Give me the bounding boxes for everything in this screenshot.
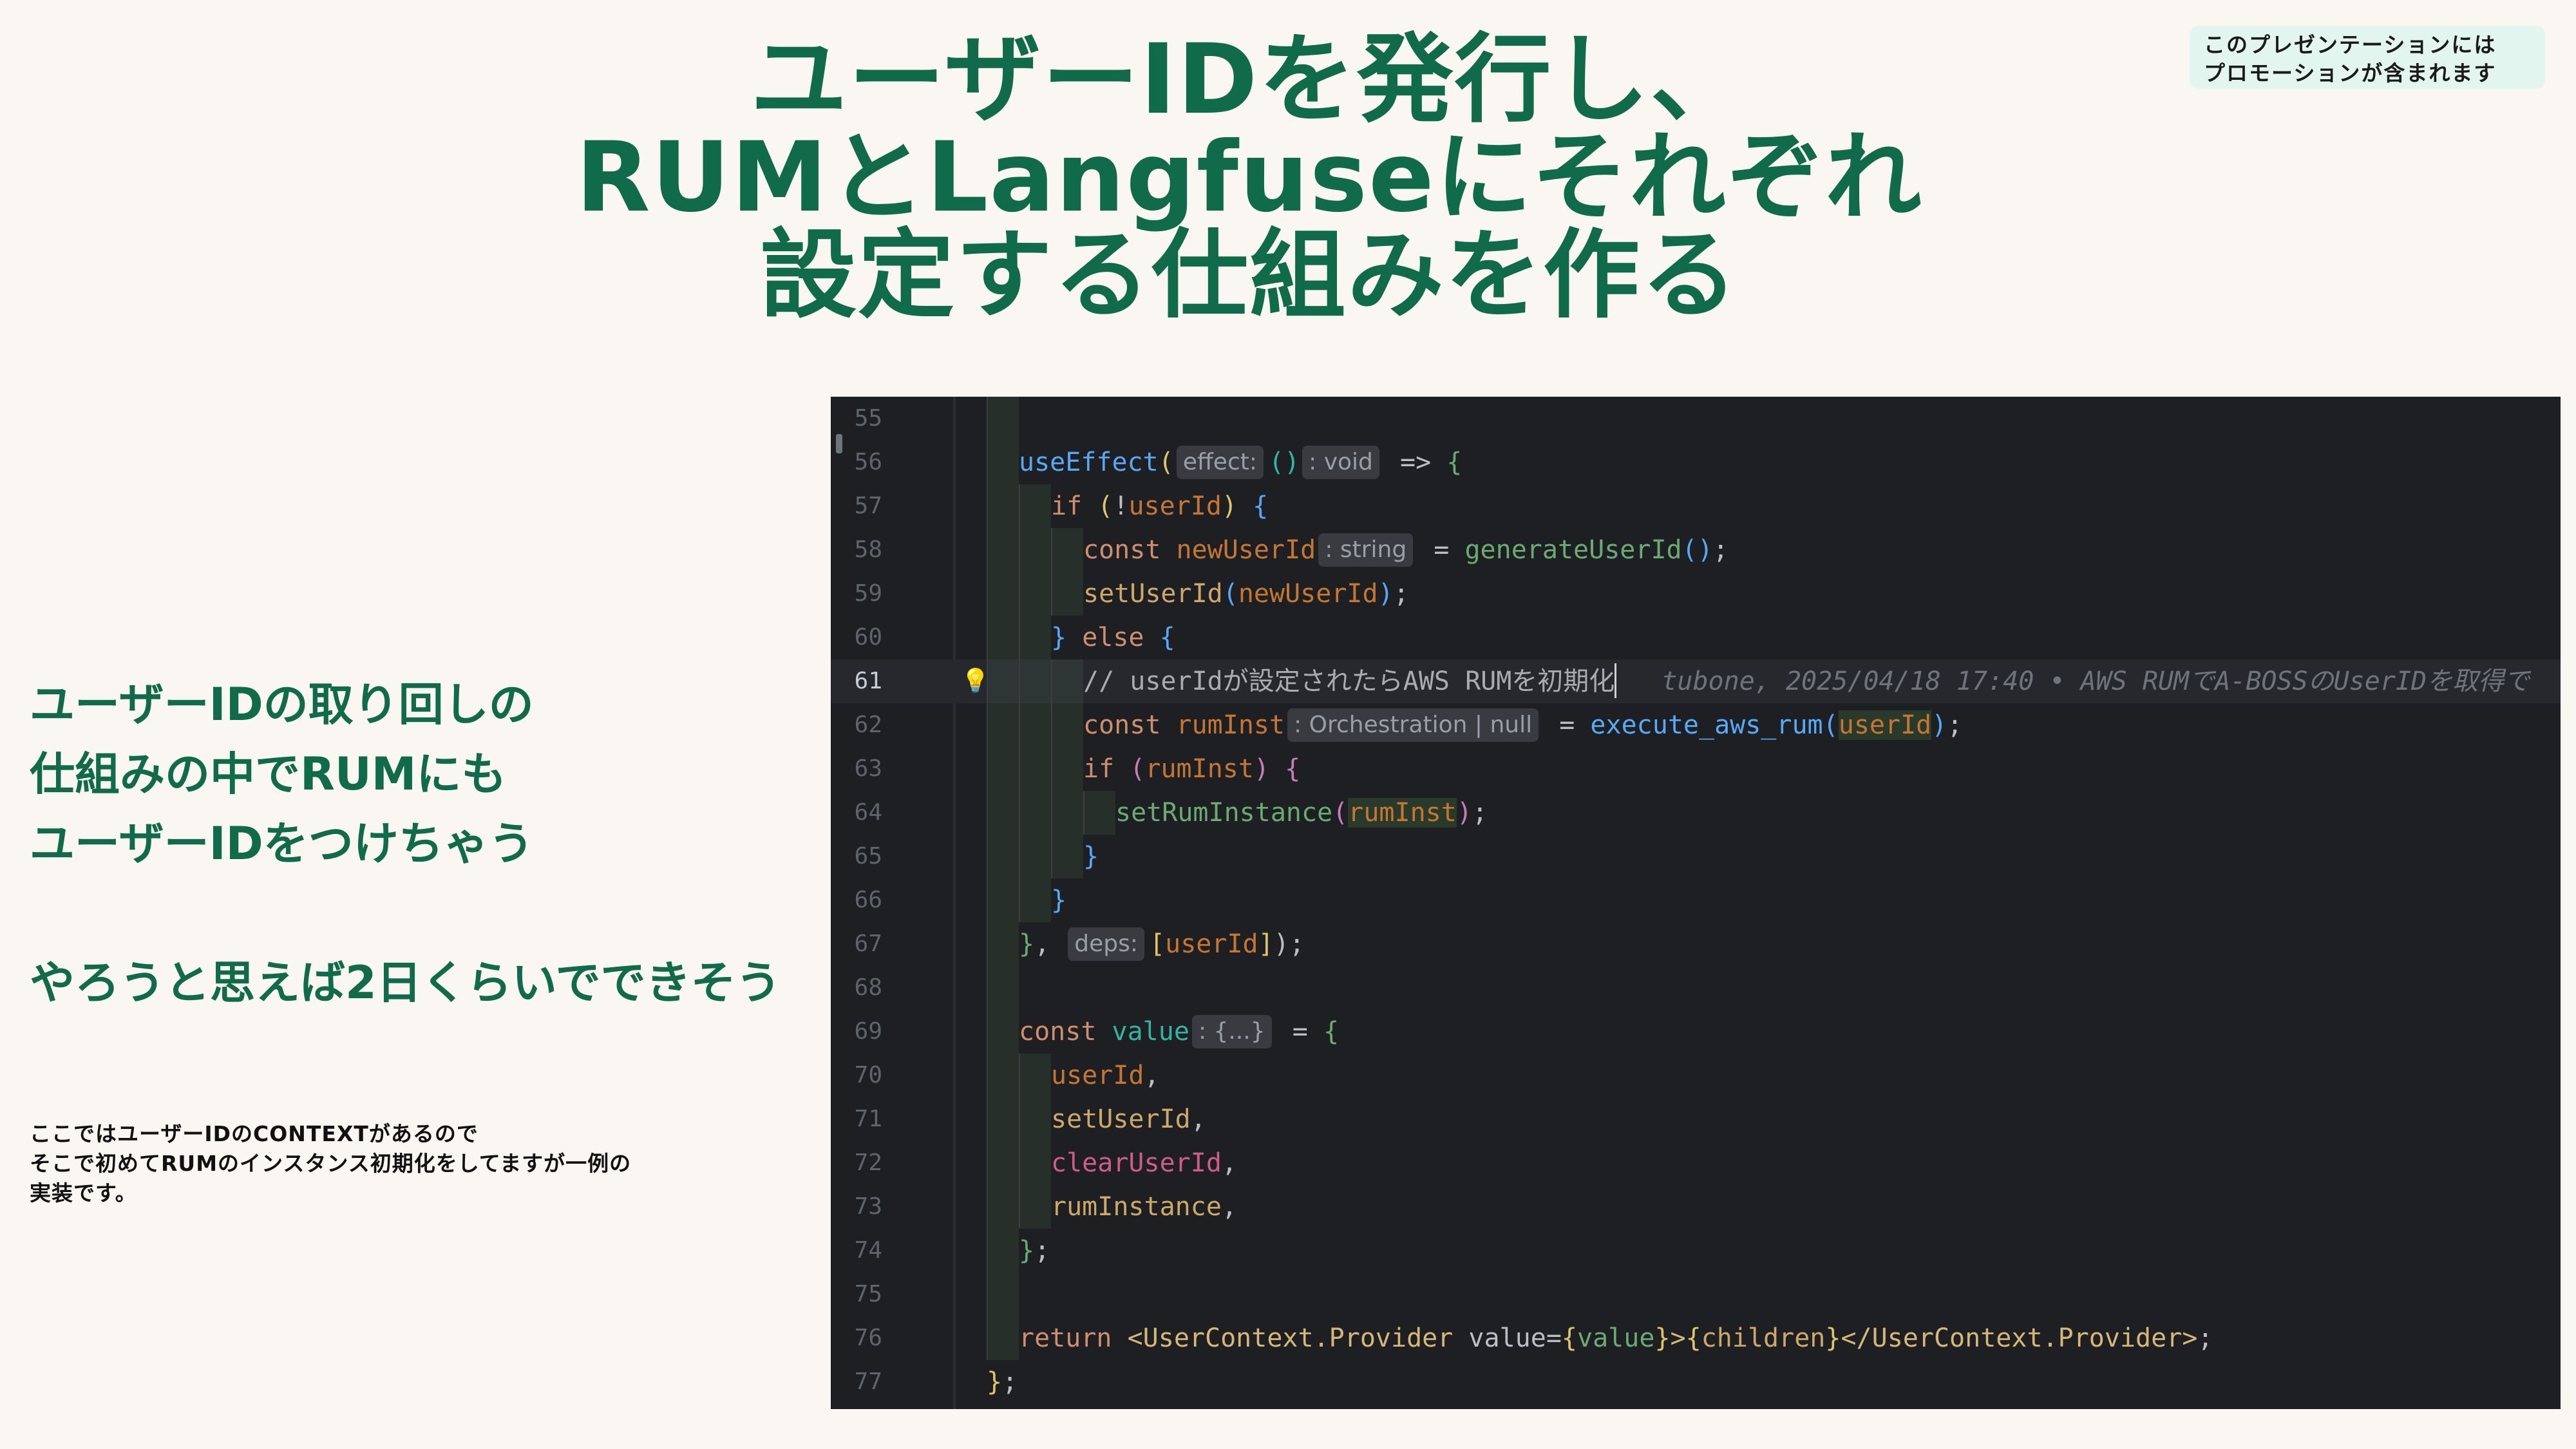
promo-line-2: プロモーションが含まれます — [2204, 61, 2497, 86]
code-line[interactable]: 76 return <UserContext.Provider value={v… — [831, 1316, 2561, 1360]
inlay-hint: : string — [1318, 533, 1414, 567]
line-number: 64 — [854, 799, 882, 826]
code-line[interactable]: 71 setUserId, — [831, 1097, 2561, 1141]
line-number: 59 — [854, 580, 882, 607]
line-number: 76 — [854, 1325, 882, 1351]
line-number: 61 — [854, 668, 882, 694]
code-text: rumInstance, — [987, 1185, 1237, 1229]
line-number: 62 — [854, 712, 882, 738]
code-line[interactable]: 74 }; — [831, 1229, 2561, 1273]
inlay-hint: : Orchestration | null — [1287, 708, 1539, 742]
code-line[interactable]: 60 } else { — [831, 616, 2561, 659]
line-number: 69 — [854, 1018, 882, 1045]
line-number: 72 — [854, 1150, 882, 1176]
code-line[interactable]: 67 }, deps: [userId]); — [831, 922, 2561, 966]
line-number: 57 — [854, 493, 882, 519]
code-line[interactable]: 65 } — [831, 835, 2561, 878]
code-text: }; — [987, 1229, 1050, 1273]
line-number: 60 — [854, 624, 882, 650]
note-line-2: そこで初めてRUMのインスタンス初期化をしてますが一例の — [30, 1151, 632, 1176]
code-line[interactable]: 75 — [831, 1273, 2561, 1316]
promo-line-1: このプレゼンテーションには — [2204, 32, 2497, 57]
code-text: if (!userId) { — [987, 484, 1268, 528]
code-line[interactable]: 55 — [831, 397, 2561, 440]
code-line[interactable]: 62 const rumInst: Orchestration | null =… — [831, 703, 2561, 747]
summary-line-3: ユーザーIDをつけちゃう — [30, 817, 534, 870]
footnote: ここではユーザーIDのCONTEXTがあるので そこで初めてRUMのインスタンス… — [30, 1119, 822, 1208]
line-number: 55 — [854, 405, 882, 431]
summary-text: ユーザーIDの取り回しの 仕組みの中でRUMにも ユーザーIDをつけちゃう やろ… — [30, 670, 822, 1018]
promotion-badge: このプレゼンテーションには プロモーションが含まれます — [2190, 26, 2545, 89]
line-number: 63 — [854, 755, 882, 782]
code-line[interactable]: 57 if (!userId) { — [831, 484, 2561, 528]
code-line[interactable]: 68 — [831, 966, 2561, 1010]
code-line[interactable]: 59 setUserId(newUserId); — [831, 572, 2561, 616]
code-text — [987, 1273, 1019, 1316]
code-text — [987, 966, 1019, 1010]
code-text: setRumInstance(rumInst); — [987, 791, 1488, 835]
title-line-1: ユーザーIDを発行し、 — [750, 24, 1748, 136]
line-number: 73 — [854, 1193, 882, 1220]
code-line[interactable]: 69 const value: {...} = { — [831, 1010, 2561, 1054]
line-number: 77 — [854, 1368, 882, 1395]
inlay-hint: : void — [1302, 446, 1379, 479]
code-text: return <UserContext.Provider value={valu… — [987, 1316, 2213, 1360]
slide-title: ユーザーIDを発行し、 RUMとLangfuseにそれぞれ 設定する仕組みを作る — [0, 31, 2499, 325]
line-number: 66 — [854, 887, 882, 913]
code-text: // userIdが設定されたらAWS RUMを初期化 tubone, 2025/… — [987, 659, 2530, 703]
code-text: useEffect(effect:(): void => { — [987, 440, 1462, 484]
code-line-active[interactable]: 61 💡 // userIdが設定されたらAWS RUMを初期化 tubone, … — [831, 659, 2561, 703]
code-line[interactable]: 70 userId, — [831, 1054, 2561, 1097]
code-text: clearUserId, — [987, 1141, 1237, 1185]
line-number: 70 — [854, 1062, 882, 1088]
code-editor[interactable]: 55 56 useEffect(effect:(): void => { 57 … — [831, 397, 2561, 1409]
code-text: setUserId, — [987, 1097, 1206, 1141]
code-line[interactable]: 77 }; — [831, 1360, 2561, 1404]
code-line[interactable]: 58 const newUserId: string = generateUse… — [831, 528, 2561, 572]
code-line[interactable]: 63 if (rumInst) { — [831, 747, 2561, 791]
line-number: 75 — [854, 1281, 882, 1307]
lightbulb-icon[interactable]: 💡 — [961, 667, 990, 696]
code-text: } — [987, 878, 1066, 922]
code-text: const rumInst: Orchestration | null = ex… — [987, 703, 1962, 747]
code-line[interactable]: 64 setRumInstance(rumInst); — [831, 791, 2561, 835]
title-line-2: RUMとLangfuseにそれぞれ — [576, 122, 1923, 234]
summary-line-4: やろうと思えば2日くらいでできそう — [30, 956, 781, 1009]
note-line-3: 実装です。 — [30, 1180, 137, 1206]
summary-line-2: 仕組みの中でRUMにも — [30, 748, 507, 800]
line-number: 58 — [854, 536, 882, 563]
code-comment: // userIdが設定されたらAWS RUMを初期化 — [1083, 667, 1615, 696]
code-text: setUserId(newUserId); — [987, 572, 1409, 616]
code-text: const value: {...} = { — [987, 1010, 1339, 1054]
code-text: }; — [987, 1367, 1018, 1397]
summary-line-1: ユーザーIDの取り回しの — [30, 678, 534, 731]
inlay-hint: deps: — [1068, 927, 1145, 961]
line-number: 65 — [854, 843, 882, 869]
line-number: 56 — [854, 449, 882, 475]
line-number: 68 — [854, 974, 882, 1001]
code-line[interactable]: 56 useEffect(effect:(): void => { — [831, 440, 2561, 484]
code-text: userId, — [987, 1054, 1160, 1097]
code-text: }, deps: [userId]); — [987, 922, 1305, 966]
code-line[interactable]: 73 rumInstance, — [831, 1185, 2561, 1229]
inlay-hint: effect: — [1176, 446, 1264, 479]
code-text: const newUserId: string = generateUserId… — [987, 528, 1728, 572]
title-line-3: 設定する仕組みを作る — [759, 220, 1739, 332]
code-text — [987, 397, 1019, 440]
code-text: if (rumInst) { — [987, 747, 1300, 791]
code-line[interactable]: 72 clearUserId, — [831, 1141, 2561, 1185]
git-blame-annotation: tubone, 2025/04/18 17:40 • AWS RUMでA-BOS… — [1662, 667, 2530, 696]
code-text: } — [987, 835, 1099, 878]
code-line[interactable]: 66 } — [831, 878, 2561, 922]
line-number: 71 — [854, 1106, 882, 1132]
code-text: } else { — [987, 616, 1175, 659]
note-line-1: ここではユーザーIDのCONTEXTがあるので — [30, 1121, 478, 1146]
line-number: 67 — [854, 931, 882, 957]
line-number: 74 — [854, 1237, 882, 1264]
inlay-hint: : {...} — [1191, 1015, 1272, 1048]
